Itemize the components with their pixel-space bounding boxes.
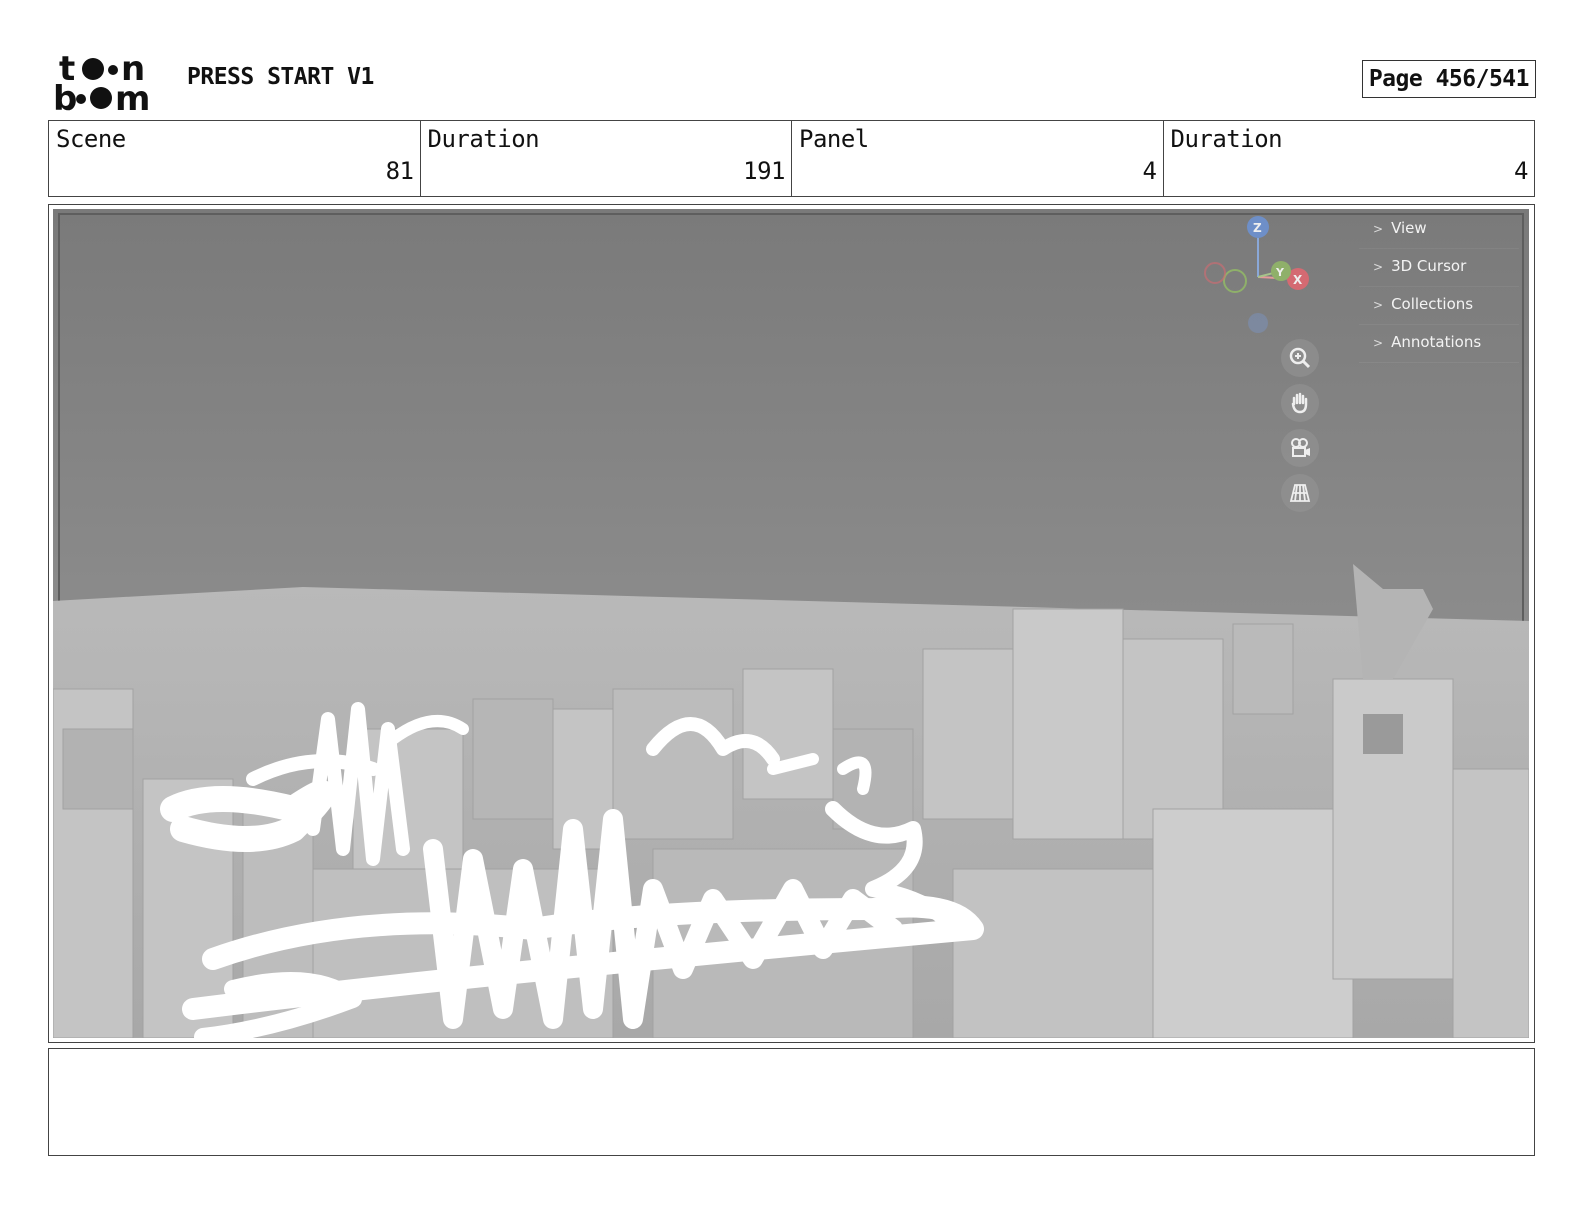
svg-text:m: m	[115, 79, 150, 114]
sidebar-item-view[interactable]: > View	[1359, 211, 1519, 249]
scene-value: 81	[385, 157, 414, 185]
svg-text:b: b	[53, 79, 77, 114]
chevron-right-icon: >	[1373, 298, 1384, 312]
panel-duration-value: 4	[1514, 157, 1528, 185]
chevron-right-icon: >	[1373, 336, 1384, 350]
gizmo-x-label: X	[1293, 273, 1303, 287]
project-title: PRESS START V1	[187, 64, 374, 90]
chevron-right-icon: >	[1373, 260, 1384, 274]
grid-icon	[1289, 484, 1311, 502]
scene-duration-cell: Duration 191	[421, 121, 792, 196]
chevron-right-icon: >	[1373, 222, 1384, 236]
scene-cell: Scene 81	[49, 121, 421, 196]
scene-duration-label: Duration	[427, 125, 540, 153]
panel-label: Panel	[799, 125, 869, 153]
pan-button[interactable]	[1281, 384, 1319, 422]
sidebar-item-collections[interactable]: > Collections	[1359, 287, 1519, 325]
panel-value: 4	[1142, 157, 1157, 185]
sidebar-item-label: Annotations	[1391, 333, 1482, 351]
hand-pan-icon	[1291, 392, 1308, 414]
sidebar-item-3d-cursor[interactable]: >3D Cursor	[1359, 249, 1519, 287]
sidebar-item-annotations[interactable]: > Annotations	[1359, 325, 1519, 363]
scene-info-table: Scene 81 Duration 191 Panel 4 Duration 4	[48, 120, 1535, 197]
viewport-sidebar: > View >3D Cursor > Collections > Annotatio…	[1359, 211, 1519, 363]
ortho-toggle-button[interactable]	[1281, 474, 1319, 512]
camera-view-button[interactable]	[1281, 429, 1319, 467]
storyboard-panel: Z Y X > View >3D Cursor > Collections > Ann…	[48, 204, 1535, 1043]
panel-duration-label: Duration	[1170, 125, 1283, 153]
viewport-scene: Z Y X	[53, 209, 1529, 1038]
sidebar-item-label: View	[1391, 219, 1427, 237]
panel-duration-cell: Duration 4	[1164, 121, 1535, 196]
panel-drawing: Z Y X > View >3D Cursor > Collections > Ann…	[53, 209, 1529, 1038]
zoom-button[interactable]	[1281, 339, 1319, 377]
panel-notes	[48, 1048, 1535, 1156]
gizmo-y-label: Y	[1275, 266, 1285, 279]
toonboom-logo: t n b m	[53, 49, 165, 119]
scene-duration-value: 191	[743, 157, 785, 185]
sidebar-item-label: Collections	[1391, 295, 1474, 313]
page-number: Page 456/541	[1361, 60, 1536, 98]
sidebar-item-label: 3D Cursor	[1391, 257, 1467, 275]
zoom-icon	[1289, 347, 1311, 369]
panel-cell: Panel 4	[792, 121, 1164, 196]
gizmo-z-label: Z	[1253, 221, 1262, 235]
camera-icon	[1291, 438, 1310, 457]
page-header: t n b m PRESS START V1 Page 456/541	[50, 49, 1536, 119]
scene-label: Scene	[56, 125, 126, 153]
